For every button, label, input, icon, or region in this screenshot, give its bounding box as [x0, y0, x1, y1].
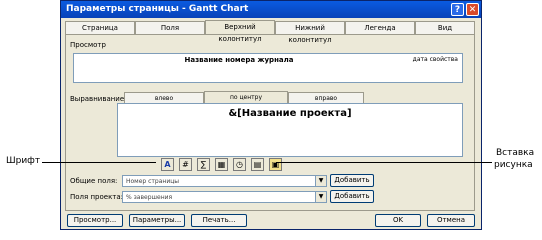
tab-view[interactable]: Вид: [415, 21, 475, 34]
time-button-icon[interactable]: ◷: [233, 158, 246, 171]
options-button[interactable]: Параметры...: [129, 214, 185, 227]
preview-right-text: дата свойства: [412, 56, 458, 63]
date-button-icon[interactable]: ▦: [215, 158, 228, 171]
cancel-button[interactable]: Отмена: [427, 214, 475, 227]
project-fields-label: Поля проекта:: [70, 193, 124, 201]
dialog-titlebar: Параметры страницы - Gantt Chart ? ✕: [61, 1, 481, 18]
page-setup-dialog: Параметры страницы - Gantt Chart ? ✕ Стр…: [60, 0, 482, 230]
font-callout-label: Шрифт: [6, 156, 41, 166]
header-tab-page: Просмотр Название номера журнала дата св…: [65, 34, 475, 211]
insert-picture-button-icon[interactable]: ▣: [269, 158, 282, 171]
tab-page[interactable]: Страница: [65, 21, 135, 34]
page-count-button-icon[interactable]: ∑: [197, 158, 210, 171]
font-callout-line: [42, 162, 156, 163]
project-fields-value: % завершения: [126, 194, 173, 201]
insert-picture-callout-line1: Вставка: [496, 148, 535, 158]
page-number-button-icon[interactable]: #: [179, 158, 192, 171]
alignment-label: Выравнивание:: [70, 95, 127, 103]
general-fields-label: Общие поля:: [70, 177, 118, 185]
chevron-down-icon[interactable]: ▼: [315, 176, 326, 186]
header-preview: Название номера журнала дата свойства: [73, 53, 463, 83]
add-general-field-button[interactable]: Добавить: [330, 174, 374, 187]
print-preview-button[interactable]: Просмотр...: [67, 214, 123, 227]
tab-legend[interactable]: Легенда: [345, 21, 415, 34]
add-project-field-button[interactable]: Добавить: [330, 190, 374, 203]
tab-margins[interactable]: Поля: [135, 21, 205, 34]
close-button[interactable]: ✕: [466, 3, 479, 16]
editor-text[interactable]: &[Название проекта]: [118, 108, 462, 119]
tab-footer[interactable]: Нижний колонтитул: [275, 21, 345, 44]
header-editor[interactable]: &[Название проекта]: [117, 103, 463, 157]
general-fields-select[interactable]: Номер страницы ▼: [122, 175, 327, 187]
print-button[interactable]: Печать...: [191, 214, 247, 227]
dialog-title: Параметры страницы - Gantt Chart: [66, 4, 249, 14]
tab-strip: Страница Поля Верхний колонтитул Нижний …: [65, 20, 475, 44]
insert-picture-callout-line: [276, 162, 492, 163]
general-fields-value: Номер страницы: [126, 178, 180, 185]
preview-label: Просмотр: [70, 41, 106, 49]
tab-header[interactable]: Верхний колонтитул: [205, 20, 275, 43]
help-button[interactable]: ?: [451, 3, 464, 16]
chevron-down-icon[interactable]: ▼: [315, 192, 326, 202]
font-button-icon[interactable]: A: [161, 158, 174, 171]
filename-button-icon[interactable]: ▤: [251, 158, 264, 171]
project-fields-select[interactable]: % завершения ▼: [122, 191, 327, 203]
insert-picture-callout-line2: рисунка: [494, 160, 533, 170]
ok-button[interactable]: OK: [375, 214, 421, 227]
preview-center-text: Название номера журнала: [184, 56, 294, 64]
